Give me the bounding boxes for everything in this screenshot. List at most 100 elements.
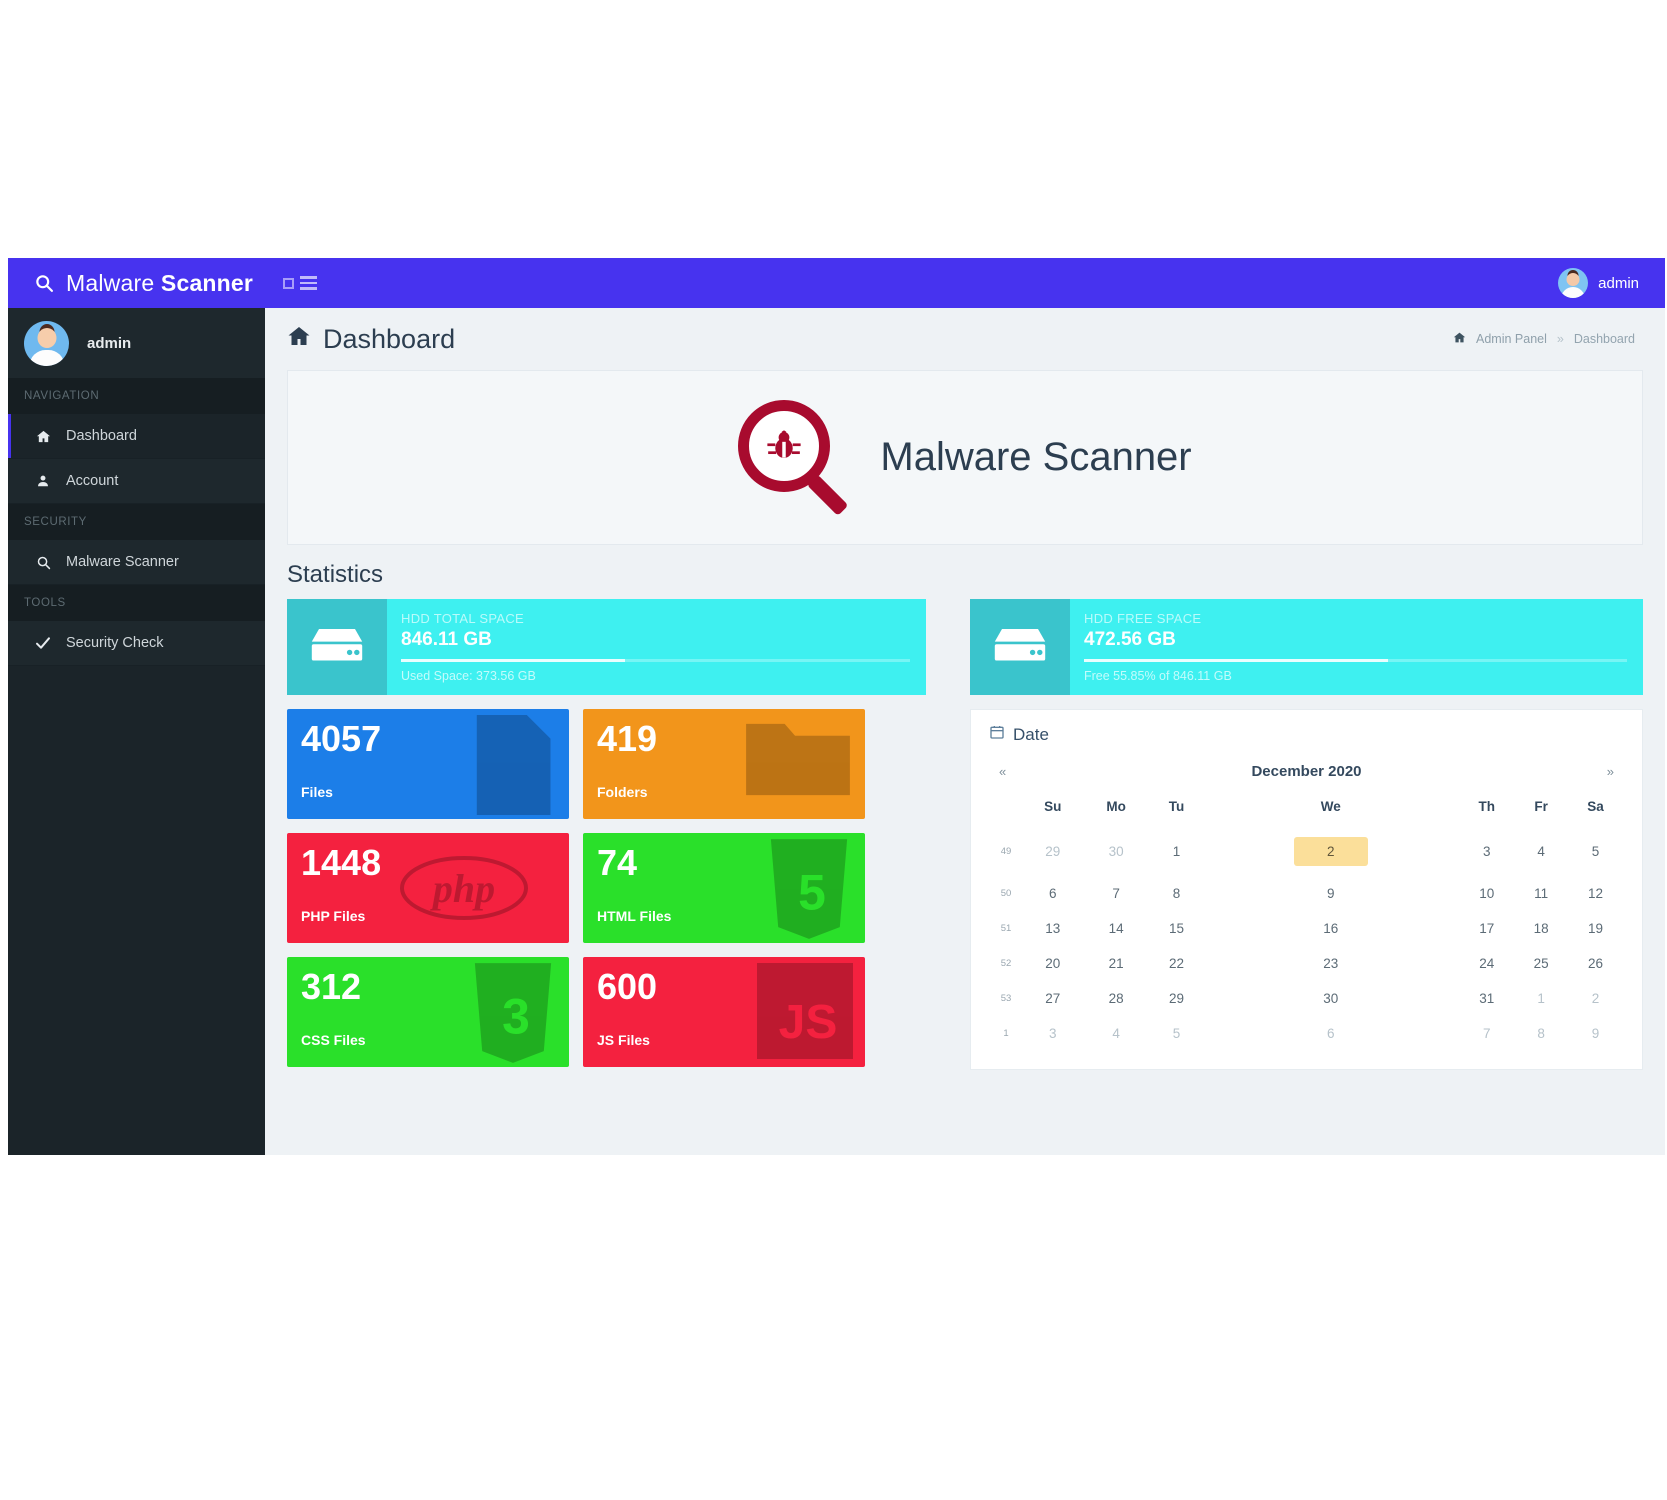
calendar-week-number: 51 — [1000, 923, 1012, 934]
stat-tile-folders[interactable]: 419 Folders — [583, 709, 865, 819]
calendar-day-cell[interactable]: 22 — [1150, 946, 1203, 981]
hdd-total-space-progress — [401, 659, 910, 662]
calendar-day-cell[interactable]: 24 — [1458, 946, 1515, 981]
topbar-username: admin — [1598, 274, 1639, 292]
calendar-weeknum-header — [989, 786, 1023, 827]
calendar-day-cell[interactable]: 13 — [1023, 911, 1083, 946]
calendar-day-cell[interactable]: 5 — [1567, 827, 1624, 876]
calendar-day-cell[interactable]: 28 — [1083, 981, 1150, 1016]
calendar-grid: Su Mo Tu We Th Fr Sa 49 29 30 1 2 3 4 5 50 6 7 8 9 10 11 12 51… — [989, 786, 1624, 1051]
sidebar-item-malware-scanner[interactable]: Malware Scanner — [8, 540, 265, 585]
sidebar-item-label: Security Check — [66, 635, 164, 651]
stat-tile-css-files[interactable]: 312 CSS Files 3 — [287, 957, 569, 1067]
calendar-day-cell[interactable]: 9 — [1567, 1016, 1624, 1051]
hdd-icon — [970, 599, 1070, 695]
calendar-day-cell[interactable]: 2 — [1567, 981, 1624, 1016]
topbar-left-controls — [265, 258, 1558, 308]
calendar-weekday-header: Th — [1478, 799, 1495, 814]
calendar-week-row: 53 27 28 29 30 31 1 2 — [989, 981, 1624, 1016]
calendar-day-cell[interactable]: 3 — [1458, 827, 1515, 876]
home-icon — [1453, 331, 1466, 347]
stat-tile-number: 600 — [597, 966, 658, 1007]
topbar-user-menu[interactable]: admin — [1558, 258, 1665, 308]
stat-tile-files[interactable]: 4057 Files — [287, 709, 569, 819]
calendar-day-cell[interactable]: 10 — [1458, 876, 1515, 911]
brand-logo[interactable]: Malware Scanner — [8, 258, 265, 308]
calendar-day-cell[interactable]: 1 — [1150, 827, 1203, 876]
calendar-day-cell[interactable]: 30 — [1203, 981, 1458, 1016]
calendar-day-cell[interactable]: 9 — [1203, 876, 1458, 911]
breadcrumb-root[interactable]: Admin Panel — [1476, 332, 1547, 346]
calendar-day-cell[interactable]: 17 — [1458, 911, 1515, 946]
page-title: Dashboard — [287, 324, 455, 355]
calendar-day-cell[interactable]: 7 — [1083, 876, 1150, 911]
stat-tile-number: 1448 — [301, 842, 382, 883]
calendar-day-cell[interactable]: 8 — [1515, 1016, 1567, 1051]
body: admin NAVIGATION Dashboard Account SECUR… — [8, 308, 1665, 1155]
hero-title: Malware Scanner — [880, 435, 1192, 479]
calendar-prev-button[interactable]: « — [999, 764, 1006, 779]
calendar-day-cell[interactable]: 29 — [1150, 981, 1203, 1016]
calendar-day-cell[interactable]: 16 — [1203, 911, 1458, 946]
stat-tile-html-files[interactable]: 74 HTML Files 5 — [583, 833, 865, 943]
sidebar-group-navigation: NAVIGATION — [8, 378, 265, 414]
calendar-day-cell[interactable]: 7 — [1458, 1016, 1515, 1051]
sidebar-item-account[interactable]: Account — [8, 459, 265, 504]
sidebar-item-security-check[interactable]: Security Check — [8, 621, 265, 666]
calendar-week-row: 49 29 30 1 2 3 4 5 — [989, 827, 1624, 876]
calendar-day-cell[interactable]: 14 — [1083, 911, 1150, 946]
calendar-next-button[interactable]: » — [1607, 764, 1614, 779]
hdd-total-space-body: HDD TOTAL SPACE 846.11 GB Used Space: 37… — [387, 599, 926, 695]
hdd-free-space-progress — [1084, 659, 1627, 662]
stat-tile-label: Files — [301, 784, 333, 800]
calendar-day-cell[interactable]: 19 — [1567, 911, 1624, 946]
sidebar-toggle-icon[interactable] — [283, 276, 317, 290]
hamburger-menu-icon[interactable] — [300, 276, 317, 290]
calendar-day-cell[interactable]: 25 — [1515, 946, 1567, 981]
calendar-day-cell[interactable]: 30 — [1083, 827, 1150, 876]
calendar-day-cell[interactable]: 21 — [1083, 946, 1150, 981]
home-icon — [287, 324, 311, 355]
calendar-day-cell[interactable]: 20 — [1023, 946, 1083, 981]
stat-tile-number: 312 — [301, 966, 362, 1007]
calendar-day-cell[interactable]: 11 — [1515, 876, 1567, 911]
calendar-day-cell[interactable]: 27 — [1023, 981, 1083, 1016]
calendar-day-cell[interactable]: 3 — [1023, 1016, 1083, 1051]
calendar-day-cell[interactable]: 1 — [1515, 981, 1567, 1016]
calendar-month-label: December 2020 — [1251, 763, 1362, 780]
sidebar-user-panel[interactable]: admin — [8, 308, 265, 378]
sidebar-group-security: SECURITY — [8, 504, 265, 540]
hdd-total-space-sub: Used Space: 373.56 GB — [401, 669, 536, 683]
calendar-day-cell[interactable]: 31 — [1458, 981, 1515, 1016]
calendar-day-cell[interactable]: 12 — [1567, 876, 1624, 911]
statistics-grid: HDD TOTAL SPACE 846.11 GB Used Space: 37… — [265, 599, 1665, 1070]
hdd-total-space-value: 846.11 GB — [401, 629, 492, 650]
stat-tile-label: PHP Files — [301, 908, 366, 924]
calendar-day-cell[interactable]: 8 — [1150, 876, 1203, 911]
calendar-day-cell[interactable]: 5 — [1150, 1016, 1203, 1051]
calendar-day-cell[interactable]: 6 — [1203, 1016, 1458, 1051]
sidebar: admin NAVIGATION Dashboard Account SECUR… — [8, 308, 265, 1155]
magnifier-bug-icon — [738, 399, 854, 516]
calendar-day-cell[interactable]: 15 — [1150, 911, 1203, 946]
calendar-day-cell[interactable]: 4 — [1083, 1016, 1150, 1051]
calendar-week-number: 52 — [1000, 958, 1012, 969]
calendar-weekday-header: Sa — [1587, 799, 1604, 814]
calendar-day-cell[interactable]: 6 — [1023, 876, 1083, 911]
calendar-day-cell[interactable]: 2 — [1203, 827, 1458, 876]
calendar-day-cell[interactable]: 4 — [1515, 827, 1567, 876]
stat-tile-php-files[interactable]: 1448 PHP Files php — [287, 833, 569, 943]
sidebar-item-dashboard[interactable]: Dashboard — [8, 414, 265, 459]
breadcrumb-separator: » — [1556, 332, 1564, 346]
calendar-day-cell[interactable]: 23 — [1203, 946, 1458, 981]
calendar-day-cell[interactable]: 29 — [1023, 827, 1083, 876]
sidebar-item-label: Malware Scanner — [66, 554, 179, 570]
calendar-day-cell[interactable]: 26 — [1567, 946, 1624, 981]
page-header: Dashboard Admin Panel » Dashboard — [265, 308, 1665, 370]
calendar-panel-title: Date — [1013, 724, 1049, 744]
statistics-left-column: HDD TOTAL SPACE 846.11 GB Used Space: 37… — [287, 599, 926, 1070]
calendar-today[interactable]: 2 — [1293, 837, 1368, 866]
calendar-day-cell[interactable]: 18 — [1515, 911, 1567, 946]
stat-tile-js-files[interactable]: 600 JS Files JS — [583, 957, 865, 1067]
date-calendar-panel: Date « December 2020 » Su Mo Tu We Th Fr Sa 49… — [970, 709, 1643, 1070]
